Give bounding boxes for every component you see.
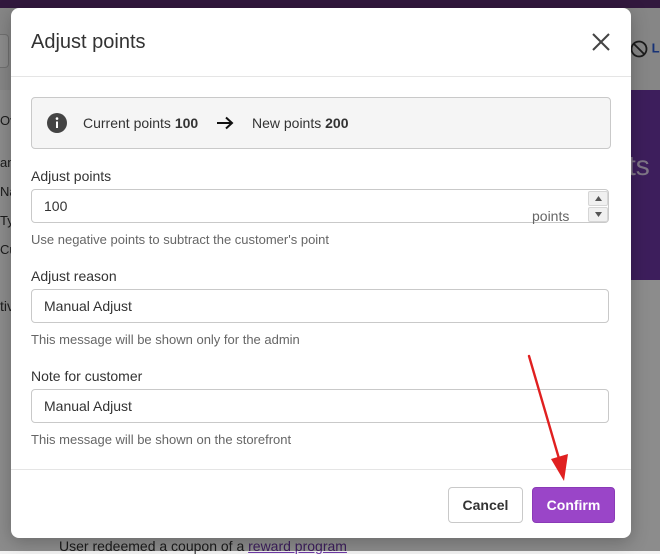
adjust-reason-input[interactable]: [31, 289, 609, 323]
new-points-label: New points: [251, 115, 322, 131]
confirm-button[interactable]: Confirm: [532, 487, 615, 523]
new-points-value: 200: [325, 115, 349, 131]
current-points-value: 100: [174, 115, 199, 131]
caret-down-icon: [594, 212, 602, 217]
customer-note-input[interactable]: [31, 389, 609, 423]
adjust-reason-label: Adjust reason: [31, 268, 117, 284]
dialog-title: Adjust points: [31, 31, 146, 53]
dialog-header: Adjust points: [11, 8, 631, 77]
close-button[interactable]: [587, 28, 615, 56]
customer-note-help: This message will be shown on the storef…: [31, 432, 292, 447]
customer-note-label: Note for customer: [31, 368, 143, 384]
adjust-points-help: Use negative points to subtract the cust…: [31, 232, 330, 247]
adjust-points-label: Adjust points: [31, 168, 112, 184]
increment-button[interactable]: [588, 191, 608, 206]
adjust-points-input[interactable]: [31, 189, 609, 223]
close-icon: [592, 33, 610, 51]
cancel-button[interactable]: Cancel: [448, 487, 523, 523]
dialog-footer: Cancel Confirm: [11, 469, 631, 539]
adjust-reason-help: This message will be shown only for the …: [31, 332, 300, 347]
points-stepper[interactable]: [588, 191, 608, 223]
points-summary: Current points 100 New points 200: [83, 115, 348, 132]
info-icon: [47, 113, 67, 133]
points-summary-banner: Current points 100 New points 200: [31, 97, 611, 149]
adjust-points-dialog: Adjust points Current points 100 New poi…: [11, 8, 631, 538]
decrement-button[interactable]: [588, 207, 608, 222]
points-suffix: points: [532, 208, 570, 224]
arrow-right-icon: [217, 117, 234, 130]
current-points-label: Current points: [83, 115, 171, 131]
caret-up-icon: [594, 196, 602, 201]
